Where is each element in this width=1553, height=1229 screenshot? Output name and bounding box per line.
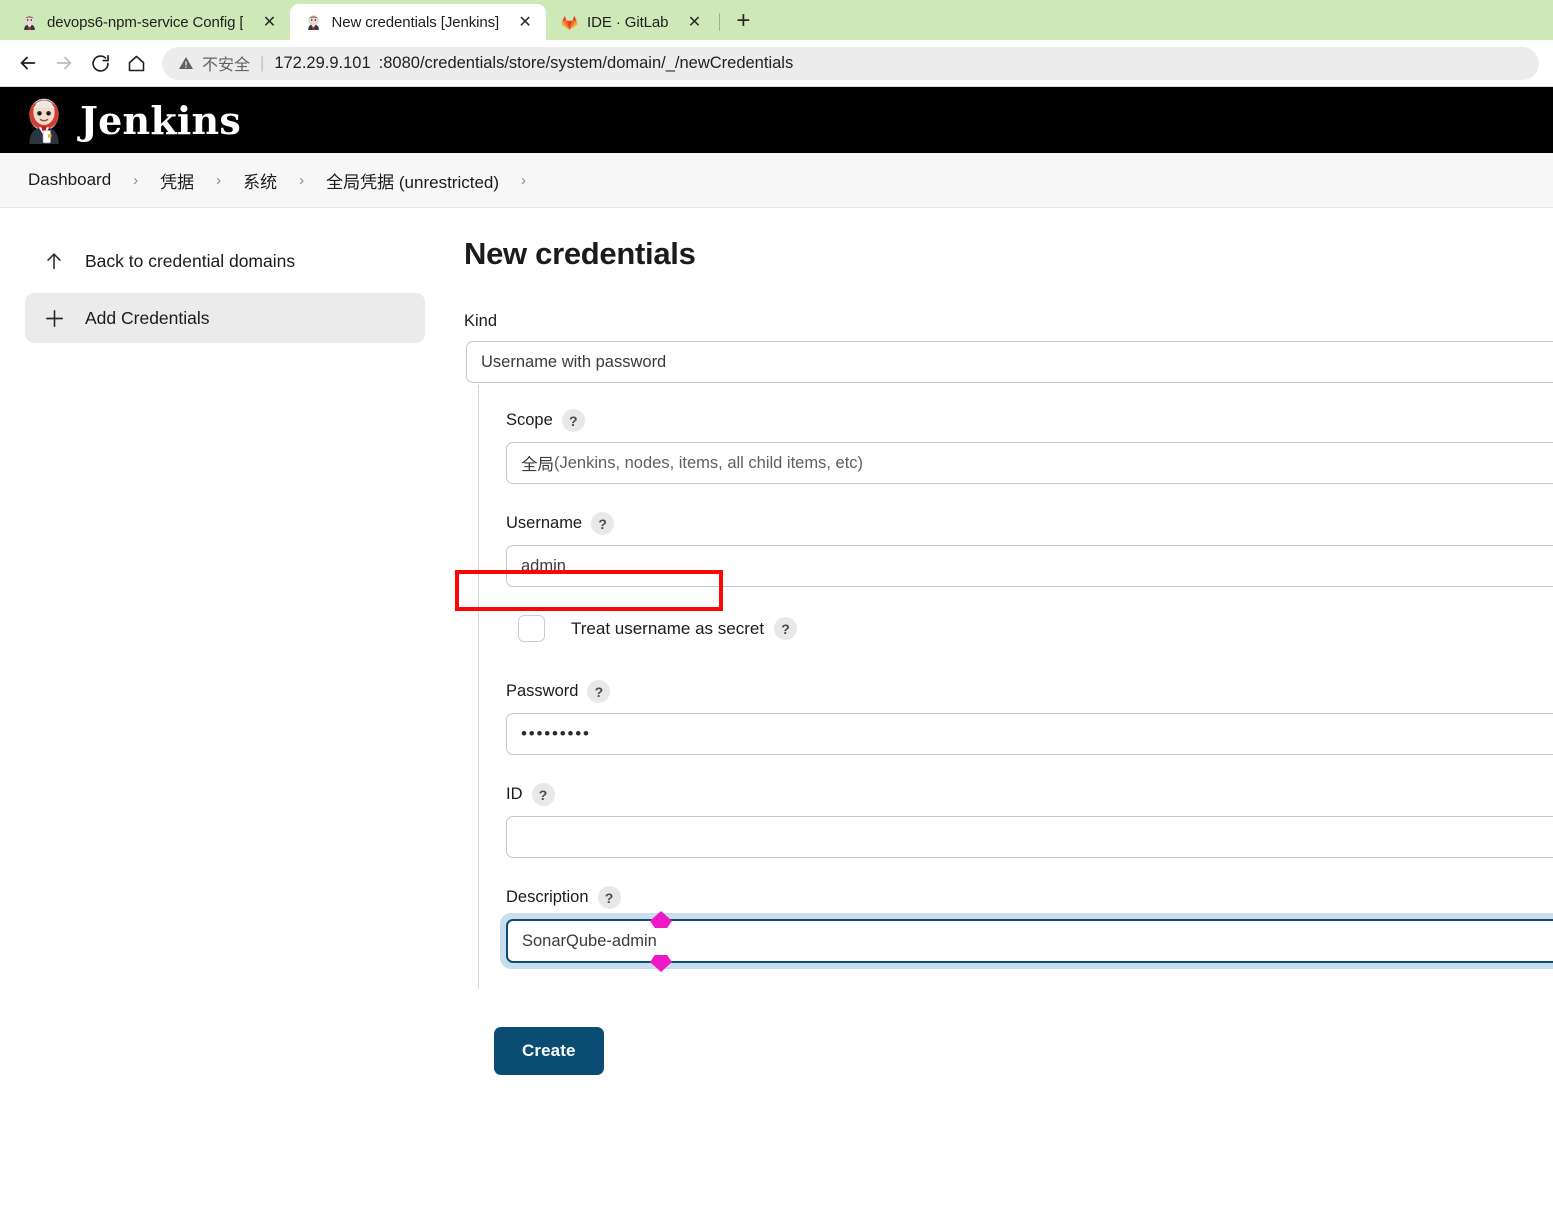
home-icon[interactable] — [118, 45, 154, 81]
username-field-group: Username ? admin — [506, 512, 1553, 587]
not-secure-warning-icon — [178, 55, 194, 71]
kind-selected-value: Username with password — [481, 352, 667, 371]
address-path: :8080/credentials/store/system/domain/_/… — [378, 53, 794, 72]
address-bar[interactable]: 不安全 | 172.29.9.101 :8080/credentials/stor… — [162, 46, 1539, 80]
breadcrumb-item-credentials[interactable]: 凭据 — [152, 164, 202, 197]
scope-value-prefix: 全局 — [521, 456, 554, 474]
main-content: New credentials Kind Username with passw… — [450, 208, 1553, 1228]
id-label: ID ? — [506, 783, 1553, 806]
description-input[interactable]: SonarQube-admin — [506, 911, 1553, 963]
selection-handle-bottom-icon[interactable] — [650, 955, 672, 972]
scope-select[interactable]: 全局 (Jenkins, nodes, items, all child ite… — [506, 442, 1553, 484]
sidebar-item-label: Back to credential domains — [85, 250, 296, 271]
browser-chrome: devops6-npm-service Config [ ✕ New crede… — [0, 0, 1553, 87]
tabstrip-divider — [719, 13, 721, 31]
password-field-group: Password ? ••••••••• — [506, 680, 1553, 755]
scope-label-text: Scope — [506, 411, 553, 429]
chevron-right-icon: › — [216, 171, 222, 189]
scope-label: Scope ? — [506, 409, 1553, 432]
plus-icon — [42, 306, 66, 330]
jenkins-wordmark[interactable]: Jenkins — [80, 98, 241, 143]
page-body: Back to credential domains Add Credentia… — [0, 208, 1553, 1228]
help-icon[interactable]: ? — [591, 512, 615, 535]
kind-field-group: Kind Username with password — [464, 312, 1553, 383]
reload-icon[interactable] — [82, 45, 118, 81]
description-label: Description ? — [506, 886, 1553, 909]
not-secure-label: 不安全 — [202, 57, 251, 74]
browser-tab-title: New credentials [Jenkins] — [331, 13, 500, 31]
scope-value-suffix: (Jenkins, nodes, items, all child items,… — [554, 453, 864, 472]
username-value: admin — [521, 556, 566, 575]
new-tab-button[interactable]: + — [728, 6, 758, 36]
username-input[interactable]: admin — [506, 545, 1553, 587]
treat-username-as-secret-label: Treat username as secret ? — [571, 617, 798, 640]
back-arrow-icon[interactable] — [10, 45, 46, 81]
sidebar: Back to credential domains Add Credentia… — [0, 208, 450, 1228]
description-value: SonarQube-admin — [522, 931, 657, 950]
close-icon[interactable]: ✕ — [258, 11, 280, 33]
browser-tabstrip: devops6-npm-service Config [ ✕ New crede… — [0, 0, 1553, 40]
description-field-group: Description ? SonarQube-admin — [500, 886, 1553, 963]
chevron-right-icon: › — [133, 171, 139, 189]
password-value: ••••••••• — [521, 724, 591, 743]
help-icon[interactable]: ? — [561, 409, 585, 432]
browser-tab-3[interactable]: IDE · GitLab ✕ — [546, 4, 715, 40]
kind-label-text: Kind — [464, 312, 498, 330]
gitlab-icon — [560, 13, 578, 31]
sidebar-item-label: Add Credentials — [85, 307, 210, 328]
close-icon[interactable]: ✕ — [683, 11, 705, 33]
sidebar-item-back-to-credential-domains[interactable]: Back to credential domains — [25, 236, 425, 286]
scope-field-group: Scope ? 全局 (Jenkins, nodes, items, all c… — [506, 409, 1553, 484]
browser-tab-1[interactable]: devops6-npm-service Config [ ✕ — [6, 4, 290, 40]
page-title: New credentials — [464, 236, 696, 271]
breadcrumb: Dashboard › 凭据 › 系统 › 全局凭据 (unrestricted… — [0, 153, 1553, 208]
id-label-text: ID — [506, 785, 523, 803]
credential-form-body: Scope ? 全局 (Jenkins, nodes, items, all c… — [478, 385, 1553, 989]
forward-arrow-icon — [46, 45, 82, 81]
address-host: 172.29.9.101 — [274, 53, 371, 72]
sidebar-item-add-credentials[interactable]: Add Credentials — [25, 293, 425, 343]
browser-tab-2[interactable]: New credentials [Jenkins] ✕ — [290, 4, 547, 40]
create-button[interactable]: Create — [494, 1027, 604, 1075]
help-icon[interactable]: ? — [774, 617, 798, 640]
kind-label: Kind — [464, 312, 1553, 331]
description-label-text: Description — [506, 888, 589, 906]
jenkins-logo-icon[interactable] — [22, 96, 66, 144]
close-icon[interactable]: ✕ — [514, 11, 536, 33]
checkbox-label-text: Treat username as secret — [571, 618, 765, 638]
username-label-text: Username — [506, 514, 583, 532]
id-input[interactable] — [506, 816, 1553, 858]
password-label: Password ? — [506, 680, 1553, 703]
breadcrumb-item-system[interactable]: 系统 — [235, 164, 285, 197]
jenkins-icon — [20, 13, 38, 31]
address-divider: | — [260, 53, 265, 72]
up-arrow-icon — [42, 249, 66, 273]
help-icon[interactable]: ? — [531, 783, 555, 806]
treat-username-as-secret-checkbox[interactable] — [518, 615, 545, 642]
description-input-wrapper: SonarQube-admin — [500, 911, 1553, 963]
help-icon[interactable]: ? — [597, 886, 621, 909]
chevron-right-icon: › — [521, 171, 527, 189]
treat-username-as-secret-row[interactable]: Treat username as secret ? — [518, 615, 1553, 642]
kind-select[interactable]: Username with password — [466, 341, 1553, 383]
password-label-text: Password — [506, 682, 579, 700]
id-field-group: ID ? — [506, 783, 1553, 858]
password-input[interactable]: ••••••••• — [506, 713, 1553, 755]
username-label: Username ? — [506, 512, 1553, 535]
jenkins-icon — [304, 13, 322, 31]
jenkins-header: Jenkins — [0, 87, 1553, 153]
breadcrumb-item-dashboard[interactable]: Dashboard — [20, 166, 119, 194]
browser-omnibar: 不安全 | 172.29.9.101 :8080/credentials/stor… — [0, 40, 1553, 87]
breadcrumb-item-global-credentials[interactable]: 全局凭据 (unrestricted) — [318, 164, 507, 197]
help-icon[interactable]: ? — [587, 680, 611, 703]
chevron-right-icon: › — [299, 171, 305, 189]
browser-tab-title: IDE · GitLab — [587, 13, 669, 31]
browser-tab-title: devops6-npm-service Config [ — [47, 13, 244, 31]
